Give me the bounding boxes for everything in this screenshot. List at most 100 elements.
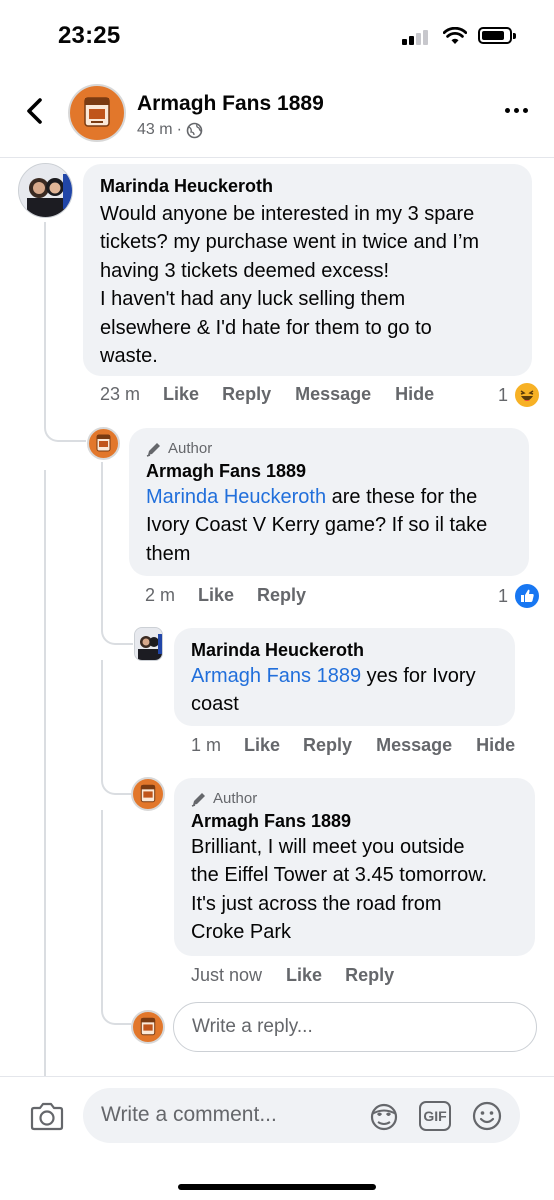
comment-actions: 1 m Like Reply Message Hide	[191, 735, 515, 756]
mention-link[interactable]: Armagh Fans 1889	[191, 665, 361, 687]
comment-input[interactable]: Write a comment... GIF	[83, 1088, 520, 1143]
comment-text: Marinda Heuckeroth are these for the Ivo…	[146, 483, 513, 568]
thread-line-nested	[101, 660, 103, 780]
comment-line: Armagh Fans 1889 yes for Ivory	[191, 662, 499, 690]
commenter-avatar[interactable]	[18, 163, 73, 218]
back-arrow-icon[interactable]	[22, 96, 48, 126]
comment-author[interactable]: Armagh Fans 1889	[191, 809, 519, 833]
hide-button[interactable]: Hide	[476, 735, 515, 756]
like-button[interactable]: Like	[163, 384, 199, 405]
group-avatar[interactable]	[131, 777, 165, 811]
comment-line-rest: yes for Ivory	[361, 665, 476, 687]
thread-line-nested	[101, 462, 103, 622]
comment-line: Marinda Heuckeroth are these for the	[146, 483, 513, 511]
reply-button[interactable]: Reply	[222, 384, 271, 405]
commenter-avatar[interactable]	[134, 627, 163, 661]
reaction-count: 1	[498, 384, 509, 405]
comment-line: It's just across the road from	[191, 892, 442, 915]
thread-connector	[101, 995, 131, 1025]
post-age: 43 m	[137, 121, 173, 138]
comment-line: elsewhere & I'd hate for them to go to	[100, 316, 432, 339]
comment-line: tickets? my purchase went in twice and I…	[100, 231, 480, 254]
home-indicator	[178, 1184, 376, 1190]
comment-author[interactable]: Armagh Fans 1889	[146, 459, 513, 483]
group-name[interactable]: Armagh Fans 1889	[137, 92, 324, 116]
comment-timestamp: 2 m	[145, 585, 176, 605]
reply-button[interactable]: Reply	[257, 585, 306, 606]
comment-line: I haven't had any luck selling them	[100, 288, 406, 311]
mention-link[interactable]: Marinda Heuckeroth	[146, 486, 326, 508]
comment-timestamp: 1 m	[191, 735, 222, 755]
author-pen-icon	[191, 792, 205, 807]
comment-line: Brilliant, I will meet you outside	[191, 836, 465, 858]
comment-actions: Just now Like Reply	[191, 965, 394, 986]
comment-bubble: Author Armagh Fans 1889 Brilliant, I wil…	[174, 778, 535, 956]
comment-author[interactable]: Marinda Heuckeroth	[191, 638, 499, 662]
wifi-icon	[443, 27, 467, 44]
group-crest-icon	[140, 1017, 156, 1036]
thread-connector	[101, 765, 131, 795]
comment-bubble: Marinda Heuckeroth Armagh Fans 1889 yes …	[174, 628, 515, 726]
group-avatar[interactable]	[68, 84, 126, 142]
user-photo-icon	[19, 164, 72, 217]
sticker-icon[interactable]	[367, 1101, 401, 1131]
post-meta: 43 m ·	[137, 121, 203, 139]
author-badge-label: Author	[168, 440, 213, 457]
reaction-count: 1	[498, 585, 509, 606]
status-time: 23:25	[58, 22, 121, 49]
thread-connector	[101, 615, 133, 645]
comment-actions: 23 m Like Reply Message Hide	[100, 384, 434, 405]
more-options-icon[interactable]	[505, 108, 528, 113]
group-crest-icon	[96, 434, 111, 452]
like-button[interactable]: Like	[244, 735, 280, 756]
comment-bubble: Author Armagh Fans 1889 Marinda Heuckero…	[129, 428, 529, 576]
author-badge-label: Author	[213, 790, 258, 807]
message-button[interactable]: Message	[295, 384, 371, 405]
comment-line: the Eiffel Tower at 3.45 tomorrow.	[191, 864, 488, 887]
reaction-summary[interactable]: 1	[498, 582, 542, 610]
reply-button[interactable]: Reply	[303, 735, 352, 756]
current-user-avatar	[131, 1010, 165, 1044]
camera-icon[interactable]	[30, 1101, 64, 1131]
meta-separator: ·	[176, 121, 182, 138]
author-pen-icon	[146, 442, 160, 457]
comment-line-rest: are these for the	[326, 486, 478, 508]
like-button[interactable]: Like	[198, 585, 234, 606]
comment-timestamp: Just now	[191, 965, 263, 985]
reply-button[interactable]: Reply	[345, 965, 394, 986]
like-thumb-icon	[513, 582, 542, 610]
post-header: Armagh Fans 1889 43 m ·	[0, 70, 554, 158]
comment-text: Would anyone be interested in my 3 spare…	[100, 200, 516, 370]
comment-line: Ivory Coast V Kerry game? If so il take	[146, 514, 488, 537]
like-button[interactable]: Like	[286, 965, 322, 986]
comment-author[interactable]: Marinda Heuckeroth	[100, 174, 516, 198]
comment-line: waste.	[100, 345, 158, 368]
globe-icon	[186, 122, 203, 138]
reply-input[interactable]: Write a reply...	[173, 1002, 537, 1052]
battery-icon	[478, 27, 516, 44]
thread-line-nested	[101, 810, 103, 1000]
author-badge: Author	[191, 790, 519, 807]
user-photo-icon	[135, 628, 162, 660]
comment-line: Croke Park	[191, 921, 292, 944]
thread-line-main	[44, 222, 46, 422]
comment-text: Brilliant, I will meet you outside the E…	[191, 833, 519, 947]
hide-button[interactable]: Hide	[395, 384, 434, 405]
reaction-summary[interactable]: 1	[498, 381, 542, 409]
comment-line: having 3 tickets deemed excess!	[100, 259, 390, 282]
comment-line: coast	[191, 693, 239, 716]
comment-actions: 2 m Like Reply	[145, 585, 306, 606]
cellular-signal-icon	[402, 29, 434, 45]
comment-bubble: Marinda Heuckeroth Would anyone be inter…	[83, 164, 532, 376]
haha-emoji-icon	[513, 381, 542, 409]
thread-connector	[44, 410, 86, 442]
author-badge: Author	[146, 440, 513, 457]
comment-input-placeholder: Write a comment...	[101, 1103, 277, 1126]
gif-button[interactable]: GIF	[419, 1101, 451, 1131]
group-avatar[interactable]	[87, 427, 120, 460]
comment-line: Would anyone be interested in my 3 spare	[100, 203, 475, 225]
group-crest-icon	[84, 97, 110, 127]
message-button[interactable]: Message	[376, 735, 452, 756]
group-crest-icon	[140, 784, 156, 803]
emoji-icon[interactable]	[471, 1100, 503, 1132]
